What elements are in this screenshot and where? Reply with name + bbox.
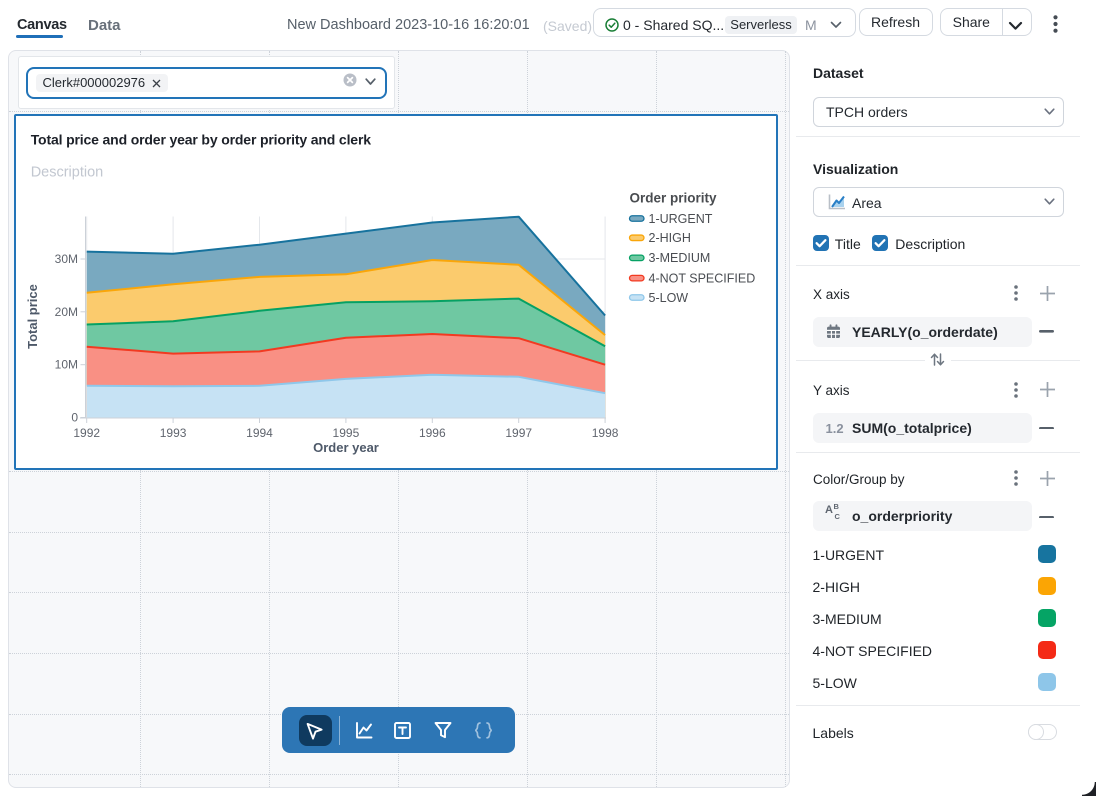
svg-text:3-MEDIUM: 3-MEDIUM (649, 251, 711, 265)
svg-text:2-HIGH: 2-HIGH (649, 231, 691, 245)
svg-text:Order priority: Order priority (630, 190, 718, 205)
svg-text:5-LOW: 5-LOW (649, 290, 689, 304)
svg-text:1994: 1994 (246, 426, 273, 440)
svg-text:30M: 30M (55, 252, 78, 266)
svg-text:Total price: Total price (25, 284, 40, 349)
svg-text:1992: 1992 (73, 426, 100, 440)
svg-text:4-NOT SPECIFIED: 4-NOT SPECIFIED (649, 271, 756, 285)
svg-text:1998: 1998 (592, 426, 619, 440)
svg-text:0: 0 (71, 410, 78, 424)
svg-text:1997: 1997 (505, 426, 532, 440)
svg-text:1996: 1996 (419, 426, 446, 440)
svg-text:10M: 10M (55, 357, 78, 371)
svg-text:1993: 1993 (160, 426, 187, 440)
svg-text:20M: 20M (55, 304, 78, 318)
svg-text:1995: 1995 (333, 426, 360, 440)
svg-text:1-URGENT: 1-URGENT (649, 211, 713, 225)
svg-text:Order year: Order year (313, 440, 379, 455)
svg-text:Description: Description (31, 164, 104, 180)
svg-text:Total price and order year by: Total price and order year by order prio… (31, 131, 372, 147)
